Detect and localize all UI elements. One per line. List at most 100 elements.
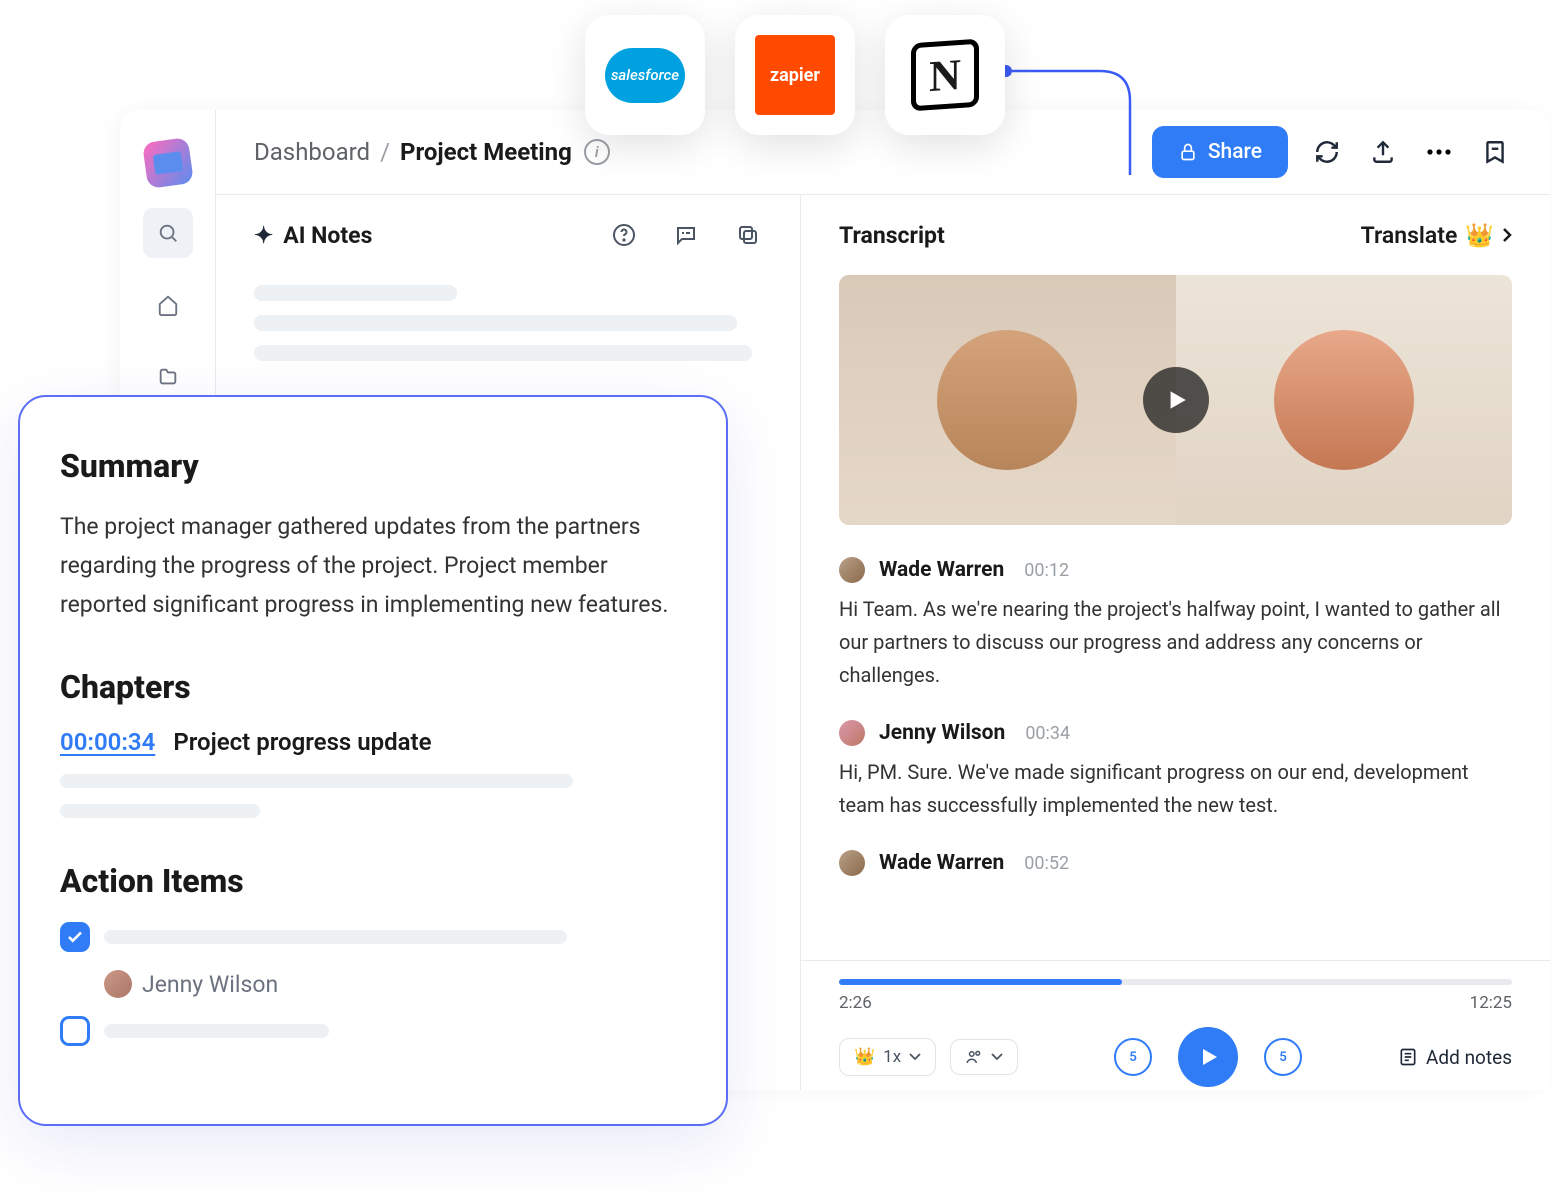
video-participant-1 — [839, 275, 1176, 525]
transcript-entry[interactable]: Jenny Wilson 00:34 Hi, PM. Sure. We've m… — [839, 720, 1512, 822]
summary-body: The project manager gathered updates fro… — [60, 507, 686, 624]
action-item-placeholder — [104, 930, 567, 944]
timestamp[interactable]: 00:12 — [1024, 560, 1069, 581]
chapter-title: Project progress update — [173, 728, 431, 756]
chapter-placeholder — [60, 804, 260, 818]
sidebar-home[interactable] — [143, 280, 193, 330]
copy-icon — [736, 223, 760, 247]
checkbox-unchecked[interactable] — [60, 1016, 90, 1046]
notes-placeholder — [216, 275, 800, 385]
translate-label: Translate — [1361, 222, 1458, 249]
refresh-button[interactable] — [1310, 135, 1344, 169]
transcript-pane: Transcript Translate 👑 — [801, 195, 1550, 1090]
rewind-5-button[interactable]: 5 — [1114, 1038, 1152, 1076]
breadcrumb-root[interactable]: Dashboard — [254, 138, 370, 166]
video-participant-2 — [1176, 275, 1513, 525]
salesforce-icon: salesforce — [605, 48, 685, 103]
integration-notion[interactable]: N — [885, 15, 1005, 135]
action-item-row[interactable] — [60, 1016, 686, 1046]
lock-icon — [1178, 142, 1198, 162]
video-thumbnail[interactable] — [839, 275, 1512, 525]
chapter-row[interactable]: 00:00:34 Project progress update — [60, 728, 686, 756]
upload-icon — [1370, 139, 1396, 165]
time-current: 2:26 — [839, 993, 872, 1013]
chevron-down-icon — [909, 1053, 921, 1061]
crown-icon: 👑 — [1465, 222, 1494, 249]
home-icon — [157, 294, 179, 316]
play-icon — [1163, 387, 1189, 413]
bookmark-button[interactable] — [1478, 135, 1512, 169]
add-notes-button[interactable]: Add notes — [1398, 1046, 1512, 1069]
ai-notes-title: AI Notes — [283, 222, 372, 249]
chevron-down-icon — [991, 1053, 1003, 1061]
transcript-text: Hi, PM. Sure. We've made significant pro… — [839, 756, 1512, 822]
app-logo[interactable] — [142, 137, 194, 189]
action-item-placeholder — [104, 1024, 329, 1038]
progress-track[interactable] — [839, 979, 1512, 985]
add-notes-label: Add notes — [1426, 1046, 1512, 1069]
avatar — [839, 557, 865, 583]
speed-value: 1x — [883, 1047, 901, 1067]
people-icon — [965, 1048, 983, 1066]
chapter-timestamp[interactable]: 00:00:34 — [60, 728, 155, 756]
check-icon — [66, 928, 84, 946]
timestamp[interactable]: 00:52 — [1024, 853, 1069, 874]
speed-selector[interactable]: 👑 1x — [839, 1038, 936, 1076]
info-icon[interactable]: i — [584, 139, 610, 165]
transcript-list: Wade Warren 00:12 Hi Team. As we're near… — [801, 557, 1550, 876]
player-bar: 2:26 12:25 👑 1x — [801, 960, 1550, 1090]
integration-salesforce[interactable]: salesforce — [585, 15, 705, 135]
more-button[interactable] — [1422, 135, 1456, 169]
copy-button[interactable] — [734, 221, 762, 249]
timestamp[interactable]: 00:34 — [1025, 723, 1070, 744]
avatar — [839, 850, 865, 876]
action-items-heading: Action Items — [60, 862, 686, 900]
progress-fill — [839, 979, 1122, 985]
bookmark-icon — [1482, 139, 1508, 165]
help-button[interactable] — [610, 221, 638, 249]
sparkle-icon: ✦ — [254, 222, 273, 249]
summary-heading: Summary — [60, 447, 686, 485]
chevron-right-icon — [1502, 227, 1512, 243]
transcript-title: Transcript — [839, 222, 945, 249]
action-item-row[interactable] — [60, 922, 686, 952]
play-icon — [1196, 1045, 1220, 1069]
chapter-placeholder — [60, 774, 573, 788]
checkbox-checked[interactable] — [60, 922, 90, 952]
time-total: 12:25 — [1470, 993, 1512, 1013]
chat-icon — [674, 223, 698, 247]
speaker-name: Wade Warren — [879, 851, 1004, 875]
speaker-name: Jenny Wilson — [879, 721, 1005, 745]
transcript-entry[interactable]: Wade Warren 00:12 Hi Team. As we're near… — [839, 557, 1512, 692]
sidebar-search[interactable] — [143, 208, 193, 258]
chat-button[interactable] — [672, 221, 700, 249]
folder-icon — [157, 366, 179, 388]
summary-popup: Summary The project manager gathered upd… — [18, 395, 728, 1126]
play-button[interactable] — [1178, 1027, 1238, 1087]
note-icon — [1398, 1047, 1418, 1067]
speaker-filter[interactable] — [950, 1039, 1018, 1075]
zapier-icon: zapier — [755, 35, 835, 115]
forward-5-button[interactable]: 5 — [1264, 1038, 1302, 1076]
assignee-row[interactable]: Jenny Wilson — [104, 970, 686, 998]
integration-zapier[interactable]: zapier — [735, 15, 855, 135]
transcript-text: Hi Team. As we're nearing the project's … — [839, 593, 1512, 692]
assignee-name: Jenny Wilson — [142, 971, 278, 998]
export-button[interactable] — [1366, 135, 1400, 169]
translate-button[interactable]: Translate 👑 — [1361, 222, 1512, 249]
transcript-entry[interactable]: Wade Warren 00:52 — [839, 850, 1512, 876]
search-icon — [157, 222, 179, 244]
speaker-name: Wade Warren — [879, 558, 1004, 582]
avatar — [839, 720, 865, 746]
share-label: Share — [1208, 140, 1262, 164]
more-icon — [1426, 149, 1452, 155]
integration-tiles: salesforce zapier N — [585, 15, 1005, 135]
crown-icon: 👑 — [854, 1047, 875, 1067]
share-button[interactable]: Share — [1152, 126, 1288, 178]
notion-icon: N — [911, 39, 979, 112]
breadcrumb-separator: / — [380, 138, 390, 166]
avatar — [104, 970, 132, 998]
chapters-heading: Chapters — [60, 668, 686, 706]
play-overlay-button[interactable] — [1143, 367, 1209, 433]
refresh-icon — [1314, 139, 1340, 165]
